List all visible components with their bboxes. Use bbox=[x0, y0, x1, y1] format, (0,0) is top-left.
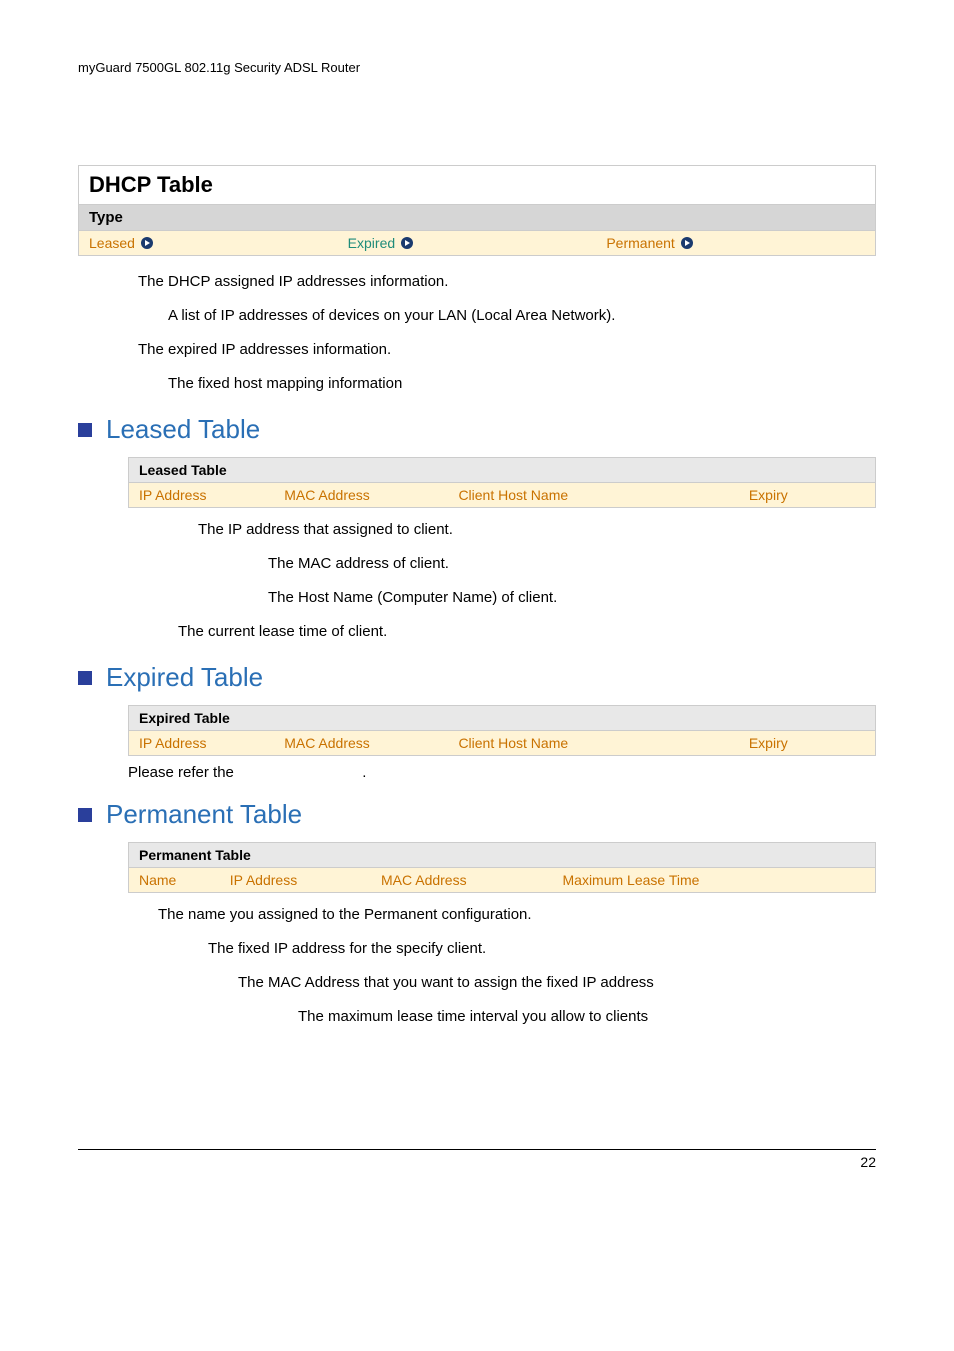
col-max: Maximum Lease Time bbox=[563, 872, 866, 888]
dhcp-type-header: Type bbox=[79, 205, 875, 231]
col-ip: IP Address bbox=[139, 487, 284, 503]
col-expiry: Expiry bbox=[749, 487, 865, 503]
paragraph: The expired IP addresses information. bbox=[138, 338, 876, 362]
paragraph: The fixed IP address for the specify cli… bbox=[208, 937, 876, 961]
bullet-square-icon bbox=[78, 671, 92, 685]
doc-header: myGuard 7500GL 802.11g Security ADSL Rou… bbox=[78, 60, 876, 75]
type-expired-label: Expired bbox=[348, 235, 395, 251]
paragraph: The DHCP assigned IP addresses informati… bbox=[138, 270, 876, 294]
col-mac: MAC Address bbox=[284, 735, 458, 751]
paragraph: A list of IP addresses of devices on you… bbox=[168, 304, 876, 328]
refer-line: Please refer the . bbox=[128, 764, 876, 781]
paragraph: The IP address that assigned to client. bbox=[198, 518, 876, 542]
type-expired-link[interactable]: Expired bbox=[348, 235, 607, 251]
permanent-table-title: Permanent Table bbox=[129, 843, 875, 868]
col-host: Client Host Name bbox=[458, 487, 748, 503]
permanent-section-heading: Permanent Table bbox=[106, 799, 302, 830]
col-mac: MAC Address bbox=[381, 872, 563, 888]
expired-table-columns: IP Address MAC Address Client Host Name … bbox=[129, 731, 875, 755]
paragraph: The fixed host mapping information bbox=[168, 372, 876, 396]
leased-table-panel: Leased Table IP Address MAC Address Clie… bbox=[128, 457, 876, 508]
paragraph: The Host Name (Computer Name) of client. bbox=[268, 586, 876, 610]
paragraph: The MAC Address that you want to assign … bbox=[238, 971, 876, 995]
permanent-section-heading-row: Permanent Table bbox=[78, 799, 876, 830]
play-icon bbox=[141, 237, 153, 249]
bullet-square-icon bbox=[78, 423, 92, 437]
dhcp-table-title: DHCP Table bbox=[79, 166, 875, 205]
expired-section-heading-row: Expired Table bbox=[78, 662, 876, 693]
type-permanent-link[interactable]: Permanent bbox=[606, 235, 865, 251]
paragraph: The current lease time of client. bbox=[178, 620, 876, 644]
dhcp-type-row: Leased Expired Permanent bbox=[79, 231, 875, 255]
leased-table-columns: IP Address MAC Address Client Host Name … bbox=[129, 483, 875, 507]
col-ip: IP Address bbox=[230, 872, 381, 888]
paragraph: The MAC address of client. bbox=[268, 552, 876, 576]
paragraph: The maximum lease time interval you allo… bbox=[298, 1005, 876, 1029]
bullet-square-icon bbox=[78, 808, 92, 822]
col-ip: IP Address bbox=[139, 735, 284, 751]
play-icon bbox=[681, 237, 693, 249]
page-footer: 22 bbox=[78, 1149, 876, 1170]
page-number: 22 bbox=[860, 1154, 876, 1170]
type-leased-link[interactable]: Leased bbox=[89, 235, 348, 251]
expired-table-title: Expired Table bbox=[129, 706, 875, 731]
paragraph: The name you assigned to the Permanent c… bbox=[158, 903, 876, 927]
leased-table-title: Leased Table bbox=[129, 458, 875, 483]
permanent-table-panel: Permanent Table Name IP Address MAC Addr… bbox=[128, 842, 876, 893]
col-mac: MAC Address bbox=[284, 487, 458, 503]
col-host: Client Host Name bbox=[458, 735, 748, 751]
col-expiry: Expiry bbox=[749, 735, 865, 751]
leased-section-heading: Leased Table bbox=[106, 414, 260, 445]
expired-section-heading: Expired Table bbox=[106, 662, 263, 693]
leased-section-heading-row: Leased Table bbox=[78, 414, 876, 445]
type-leased-label: Leased bbox=[89, 235, 135, 251]
expired-table-panel: Expired Table IP Address MAC Address Cli… bbox=[128, 705, 876, 756]
type-permanent-label: Permanent bbox=[606, 235, 674, 251]
dhcp-table-panel: DHCP Table Type Leased Expired Permanent bbox=[78, 165, 876, 256]
refer-dot: . bbox=[362, 764, 366, 781]
refer-text: Please refer the bbox=[128, 764, 234, 781]
col-name: Name bbox=[139, 872, 230, 888]
permanent-table-columns: Name IP Address MAC Address Maximum Leas… bbox=[129, 868, 875, 892]
play-icon bbox=[401, 237, 413, 249]
